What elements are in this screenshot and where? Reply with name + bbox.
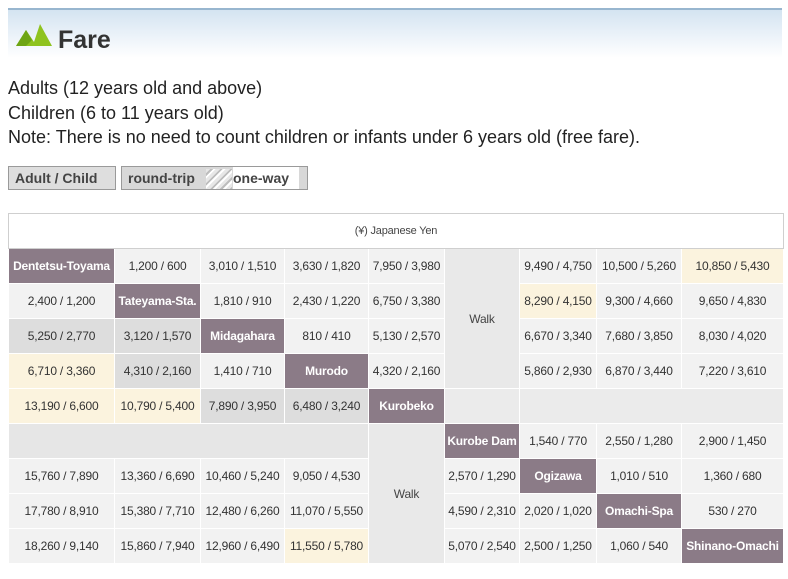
fare-cell: 4,310 / 2,160 <box>114 353 201 389</box>
fare-cell: 6,870 / 3,440 <box>596 353 682 389</box>
fare-cell: 7,950 / 3,980 <box>368 248 445 284</box>
fare-cell: 1,410 / 710 <box>200 353 285 389</box>
note-adults: Adults (12 years old and above) <box>8 78 263 98</box>
fare-notes: Adults (12 years old and above) Children… <box>8 76 640 150</box>
fare-cell: 17,780 / 8,910 <box>8 493 115 529</box>
fare-cell: 3,010 / 1,510 <box>200 248 285 284</box>
station-cell: Midagahara <box>200 318 285 354</box>
station-cell: Ogizawa <box>519 458 597 494</box>
fare-cell: 5,130 / 2,570 <box>368 318 445 354</box>
fare-cell: 2,500 / 1,250 <box>519 528 597 564</box>
walk-cell: Walk <box>444 248 520 389</box>
fare-cell: 8,290 / 4,150 <box>519 283 597 319</box>
currency-caption: (¥) Japanese Yen <box>7 213 785 249</box>
fare-cell: 10,500 / 5,260 <box>596 248 682 284</box>
fare-cell: 7,220 / 3,610 <box>680 353 785 389</box>
fare-cell: 9,490 / 4,750 <box>519 248 597 284</box>
fare-cell: 1,360 / 680 <box>680 458 785 494</box>
fare-table: (¥) Japanese Yen Dentetsu-Toyama 1,200 /… <box>7 213 785 564</box>
fare-cell: 1,540 / 770 <box>519 423 597 459</box>
fare-cell: 5,250 / 2,770 <box>8 318 115 354</box>
fare-cell: 12,960 / 6,490 <box>200 528 285 564</box>
fare-cell: 7,890 / 3,950 <box>200 388 285 424</box>
fare-cell: 5,070 / 2,540 <box>444 528 520 564</box>
station-cell: Murodo <box>284 353 369 389</box>
legend-one-way: one-way <box>233 167 300 189</box>
fare-cell: 2,570 / 1,290 <box>444 458 520 494</box>
empty-cell <box>518 388 785 424</box>
fare-cell: 4,320 / 2,160 <box>368 353 445 389</box>
fare-cell: 2,020 / 1,020 <box>519 493 597 529</box>
fare-cell: 15,380 / 7,710 <box>114 493 201 529</box>
fare-cell: 3,630 / 1,820 <box>284 248 369 284</box>
fare-cell: 12,480 / 6,260 <box>200 493 285 529</box>
fare-cell: 7,680 / 3,850 <box>596 318 682 354</box>
station-cell: Kurobe Dam <box>444 423 520 459</box>
section-header: Fare <box>8 8 782 58</box>
fare-cell: 6,480 / 3,240 <box>284 388 369 424</box>
fare-cell: 6,670 / 3,340 <box>519 318 597 354</box>
table-row: Walk Kurobe Dam 1,540 / 770 2,550 / 1,28… <box>8 423 785 564</box>
note-infants: Note: There is no need to count children… <box>8 127 641 147</box>
fare-cell: 9,050 / 4,530 <box>284 458 369 494</box>
empty-cell <box>444 388 520 424</box>
fare-cell: 9,650 / 4,830 <box>680 283 785 319</box>
fare-cell: 8,030 / 4,020 <box>680 318 785 354</box>
fare-cell: 1,060 / 540 <box>596 528 682 564</box>
fare-cell: 2,900 / 1,450 <box>680 423 785 459</box>
legend-adult-child: Adult / Child <box>8 166 116 190</box>
walk-cell: Walk <box>368 423 445 564</box>
page-title: Fare <box>58 26 111 54</box>
fare-cell: 1,200 / 600 <box>114 248 201 284</box>
table-row: 13,190 / 6,600 10,790 / 5,400 7,890 / 3,… <box>8 388 785 424</box>
fare-cell: 1,010 / 510 <box>596 458 682 494</box>
fare-cell: 1,810 / 910 <box>200 283 285 319</box>
fare-cell: 3,120 / 1,570 <box>114 318 201 354</box>
diagonal-divider-icon <box>206 169 232 189</box>
empty-cell <box>8 423 369 459</box>
table-row: 5,250 / 2,770 3,120 / 1,570 Midagahara 8… <box>8 318 785 354</box>
fare-cell: 530 / 270 <box>680 493 785 529</box>
table-row: 6,710 / 3,360 4,310 / 2,160 1,410 / 710 … <box>8 353 785 389</box>
fare-cell: 11,070 / 5,550 <box>284 493 369 529</box>
station-cell: Shinano-Omachi <box>680 528 785 564</box>
legend-trip-type: round-trip one-way <box>121 166 308 190</box>
fare-cell: 2,550 / 1,280 <box>596 423 682 459</box>
fare-cell: 9,300 / 4,660 <box>596 283 682 319</box>
table-row: 2,400 / 1,200 Tateyama-Sta. 1,810 / 910 … <box>8 283 785 319</box>
fare-cell: 11,550 / 5,780 <box>284 528 369 564</box>
fare-cell: 10,850 / 5,430 <box>680 248 785 284</box>
fare-cell: 6,750 / 3,380 <box>368 283 445 319</box>
fare-cell: 2,430 / 1,220 <box>284 283 369 319</box>
fare-cell: 5,860 / 2,930 <box>519 353 597 389</box>
fare-cell: 15,760 / 7,890 <box>8 458 115 494</box>
station-cell: Dentetsu-Toyama <box>8 248 115 284</box>
fare-cell: 810 / 410 <box>284 318 369 354</box>
fare-cell: 10,460 / 5,240 <box>200 458 285 494</box>
table-row: Dentetsu-Toyama 1,200 / 600 3,010 / 1,51… <box>8 248 785 389</box>
station-cell: Tateyama-Sta. <box>114 283 201 319</box>
fare-cell: 2,400 / 1,200 <box>8 283 115 319</box>
fare-cell: 15,860 / 7,940 <box>114 528 201 564</box>
fare-cell: 6,710 / 3,360 <box>8 353 115 389</box>
legend-round-trip: round-trip <box>128 170 195 186</box>
fare-cell: 4,590 / 2,310 <box>444 493 520 529</box>
note-children: Children (6 to 11 years old) <box>8 102 224 123</box>
station-cell: Kurobeko <box>368 388 445 424</box>
fare-cell: 13,360 / 6,690 <box>114 458 201 494</box>
fare-cell: 18,260 / 9,140 <box>8 528 115 564</box>
fare-cell: 10,790 / 5,400 <box>114 388 201 424</box>
fare-cell: 13,190 / 6,600 <box>8 388 115 424</box>
station-cell: Omachi-Spa <box>596 493 682 529</box>
mountain-icon <box>16 24 52 46</box>
